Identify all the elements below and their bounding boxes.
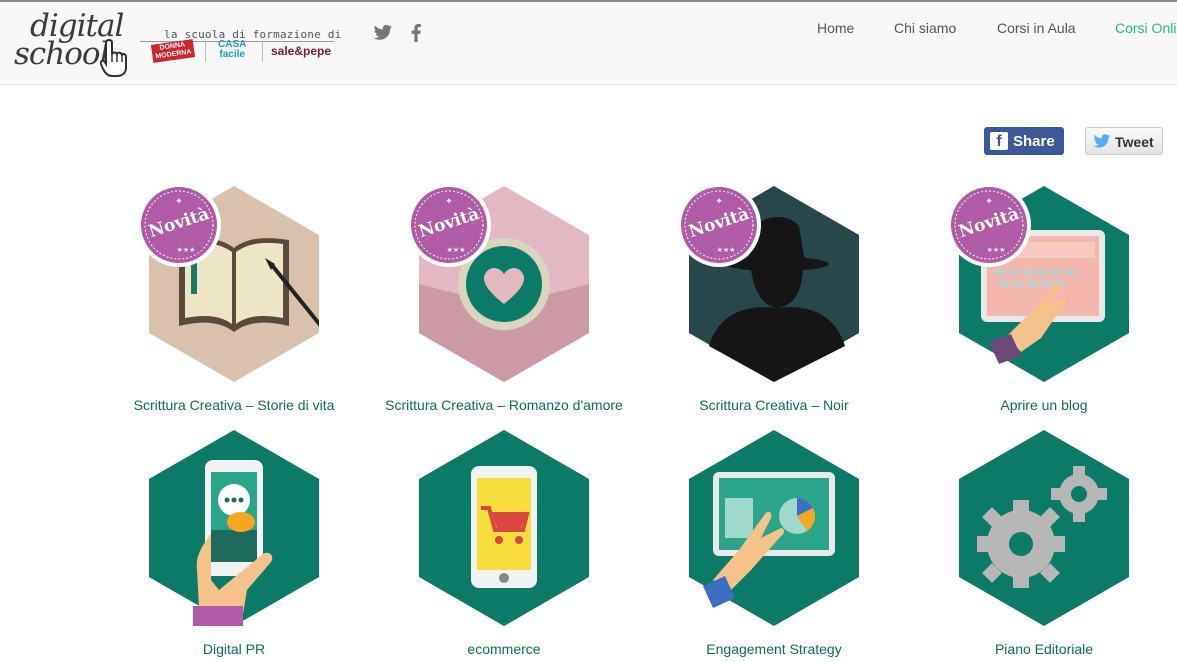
- course-title[interactable]: Scrittura Creativa – Noir: [644, 397, 904, 413]
- course-title[interactable]: Scrittura Creativa – Romanzo d'amore: [374, 397, 634, 413]
- nav-corsi-online[interactable]: Corsi Online: [1115, 20, 1177, 36]
- course-card[interactable]: ✦ ★★★ Novità Scrittura Creativa – Noir: [644, 183, 904, 416]
- facebook-share-button[interactable]: f Share: [984, 127, 1064, 155]
- nav-corsi-in-aula[interactable]: Corsi in Aula: [997, 20, 1076, 36]
- svg-text:✦: ✦: [175, 196, 183, 206]
- novita-badge: ✦ ★★★ Novità: [676, 182, 762, 268]
- site-header: digital school la scuola di formazione d…: [0, 2, 1177, 85]
- course-card[interactable]: Digital PR: [104, 430, 364, 660]
- casa-facile-line-2: facile: [219, 49, 245, 60]
- course-title[interactable]: Aprire un blog: [914, 397, 1174, 413]
- hand-pointer-icon: [100, 38, 127, 77]
- course-card[interactable]: Engagement Strategy: [644, 430, 904, 660]
- gears-icon: [959, 430, 1129, 626]
- donna-moderna-logo[interactable]: DONNA MODERNA: [150, 39, 196, 63]
- course-card[interactable]: ✦ ★★★ Novità Aprire un blog: [914, 183, 1174, 416]
- novita-badge: ✦ ★★★ Novità: [406, 182, 492, 268]
- course-title[interactable]: ecommerce: [374, 641, 634, 657]
- tweet-label: Tweet: [1115, 134, 1154, 150]
- brand-divider: [205, 42, 206, 62]
- smartphone-chat-icon: [149, 430, 319, 626]
- course-card[interactable]: ✦ ★★★ Novità Scrittura Creativa – Romanz…: [374, 183, 634, 416]
- course-title[interactable]: Scrittura Creativa – Storie di vita: [104, 397, 364, 413]
- svg-text:★★★: ★★★: [447, 246, 466, 254]
- svg-text:✦: ✦: [445, 196, 453, 206]
- tweet-button[interactable]: Tweet: [1085, 127, 1163, 155]
- course-card[interactable]: ✦ ★★★ Novità Scrittura Creativa – Storie…: [104, 183, 364, 416]
- share-label: Share: [1013, 133, 1055, 150]
- twitter-icon[interactable]: [373, 24, 393, 47]
- svg-text:★★★: ★★★: [717, 246, 736, 254]
- course-card[interactable]: Piano Editoriale: [914, 430, 1174, 660]
- novita-badge: ✦ ★★★ Novità: [136, 182, 222, 268]
- facebook-icon[interactable]: [410, 24, 422, 47]
- svg-text:★★★: ★★★: [177, 246, 196, 254]
- novita-badge: ✦ ★★★ Novità: [946, 182, 1032, 268]
- sale-pepe-logo[interactable]: sale&pepe: [271, 44, 331, 58]
- svg-text:★★★: ★★★: [987, 246, 1006, 254]
- phone-cart-icon: [419, 430, 589, 626]
- course-card[interactable]: ecommerce: [374, 430, 634, 660]
- twitter-bird-icon: [1093, 134, 1111, 148]
- facebook-logo-icon: f: [990, 132, 1008, 150]
- casa-facile-logo[interactable]: CASA facile: [218, 40, 246, 60]
- course-title[interactable]: Engagement Strategy: [644, 641, 904, 657]
- svg-text:✦: ✦: [715, 196, 723, 206]
- course-title[interactable]: Digital PR: [104, 641, 364, 657]
- course-title[interactable]: Piano Editoriale: [914, 641, 1174, 657]
- digital-school-logo[interactable]: digital school: [14, 8, 132, 80]
- tablet-chart-icon: [689, 430, 859, 626]
- brand-divider: [262, 42, 263, 62]
- logo-line-2: school: [14, 36, 109, 72]
- nav-home[interactable]: Home: [817, 20, 854, 36]
- svg-text:✦: ✦: [985, 196, 993, 206]
- nav-chi-siamo[interactable]: Chi siamo: [894, 20, 956, 36]
